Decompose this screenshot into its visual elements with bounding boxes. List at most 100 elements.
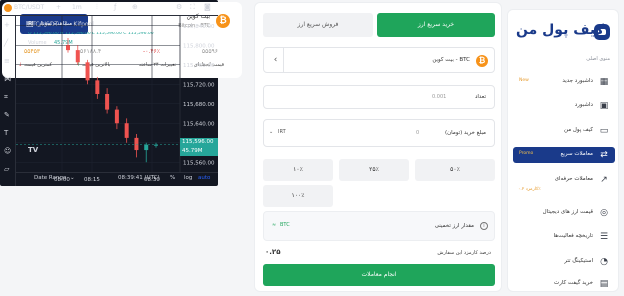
candle-body xyxy=(114,109,119,124)
fee-label: درصد کارمزد این سفارش xyxy=(437,250,491,256)
emoji-icon[interactable]: ☺ xyxy=(4,148,11,155)
amount-label: تعداد xyxy=(474,94,486,100)
fib-icon[interactable]: ≡ xyxy=(4,58,10,65)
estimate-label: مقدار ارز تخمینی xyxy=(434,223,474,229)
sidebar-item-crypto-prices[interactable]: ◎ قیمت ارز های دیجیتال xyxy=(513,205,615,221)
candle-body xyxy=(66,45,70,51)
pattern-icon[interactable]: ⋈ xyxy=(4,76,11,83)
sidebar-item-giftcard[interactable]: ▤ خرید گیفت کارت xyxy=(513,276,615,292)
ruler-icon[interactable]: ▱ xyxy=(4,166,9,173)
chevron-down-icon[interactable]: ⌄ xyxy=(70,175,75,182)
pct-100-button[interactable]: ۱۰۰٪ xyxy=(263,185,333,207)
sidebar-item-label: قیمت ارز های دیجیتال xyxy=(542,209,593,215)
swap-icon: ⇄ xyxy=(600,150,608,160)
auto-scale-button[interactable]: auto xyxy=(198,175,210,182)
approx-icon: ≈ xyxy=(272,222,277,228)
dashboard-icon: ▦ xyxy=(599,77,609,87)
chart-interval[interactable]: 1m xyxy=(72,5,82,11)
fee-badge: کارمزد ۰.۲٪ xyxy=(518,187,541,192)
price-chart[interactable]: BTC/USDT + 1m ⫶ ƒ ⊕ ⚙ ⛶ ◙ + ╱ ≡ ⋈ ⌗ ✎ T … xyxy=(0,0,218,186)
bitcoin-icon: ₿ xyxy=(476,55,488,67)
sidebar-item-label: معاملات سریع xyxy=(560,151,593,157)
toman-label: مبلغ خرید (تومان) xyxy=(444,130,486,136)
tradingview-logo: TV xyxy=(28,146,39,154)
logo-text: کیف پول من xyxy=(516,22,604,38)
coin-select[interactable]: ₿ بیت کوین - BTC ‹ xyxy=(263,47,495,73)
settings-icon[interactable]: ⚙ xyxy=(176,4,182,11)
camera-icon[interactable]: ◙ xyxy=(204,4,211,11)
tab-quick-buy[interactable]: خرید سریع ارز xyxy=(377,13,495,37)
giftcard-icon: ▤ xyxy=(599,279,609,289)
fullscreen-icon[interactable]: ⛶ xyxy=(190,4,195,11)
brush-icon[interactable]: ✎ xyxy=(4,112,10,119)
currency-select[interactable]: IRT xyxy=(278,130,286,135)
chevron-down-icon[interactable]: ⌄ xyxy=(269,130,273,135)
sidebar-item-pro-trade[interactable]: ↗ معاملات حرفه‌ای xyxy=(513,172,615,188)
candlestick-plot: 115,840.00 115,800.00 115,760.00 115,720.00… xyxy=(16,16,215,183)
wallet-icon: ▭ xyxy=(599,126,609,136)
chevron-left-icon[interactable]: ‹ xyxy=(268,48,284,72)
y-tick-label: 115,840.00 xyxy=(183,24,215,30)
y-tick-label: 115,760.00 xyxy=(183,63,215,69)
submit-trade-button[interactable]: انجام معاملات xyxy=(263,264,495,286)
pct-50-button[interactable]: ۵۰٪ xyxy=(415,159,495,181)
y-tick-label: 115,720.00 xyxy=(183,82,215,88)
sidebar-item-label: خرید گیفت کارت xyxy=(554,280,593,286)
trendline-icon[interactable]: ╱ xyxy=(4,40,8,47)
sidebar-item-new-dashboard[interactable]: ▦ داشبورد جدید New xyxy=(513,74,615,90)
history-icon: ☰ xyxy=(599,232,609,242)
candle-body xyxy=(75,50,80,63)
sidebar-item-quick-trade[interactable]: ⇄ معاملات سریع Promo xyxy=(513,147,615,163)
y-tick-label: 115,680.00 xyxy=(183,102,215,108)
y-tick-label: 115,560.00 xyxy=(183,160,215,166)
text-tool-icon[interactable]: T xyxy=(4,130,8,137)
drawing-toolbar: + ╱ ≡ ⋈ ⌗ ✎ T ☺ ▱ xyxy=(0,16,16,186)
toman-field[interactable]: مبلغ خرید (تومان) 0 IRT ⌄ xyxy=(263,119,495,147)
projection-icon[interactable]: ⌗ xyxy=(4,94,8,101)
current-volume-badge: 45.79M xyxy=(180,147,218,156)
candles-icon[interactable]: ⫶ xyxy=(96,4,98,11)
sidebar-item-staking[interactable]: ◔ استیکینگ تتر xyxy=(513,254,615,270)
candle-body xyxy=(134,137,139,151)
tab-quick-sell[interactable]: فروش سریع ارز xyxy=(263,13,373,37)
amount-field[interactable]: تعداد 0.001 xyxy=(263,85,495,109)
add-icon[interactable]: ⊕ xyxy=(132,4,138,11)
sidebar-item-history[interactable]: ☰ تاریخچه فعالیت‌ها xyxy=(513,229,615,245)
plus-icon[interactable]: + xyxy=(56,5,61,11)
amount-placeholder: 0.001 xyxy=(432,94,447,100)
sidebar-item-label: تاریخچه فعالیت‌ها xyxy=(553,233,593,239)
candle-body xyxy=(105,94,110,110)
coin-select-value: بیت کوین - BTC xyxy=(432,57,470,63)
sidebar-item-dashboard[interactable]: ▣ داشبورد xyxy=(513,98,615,114)
estimate-unit: BTC xyxy=(280,222,290,228)
pct-10-button[interactable]: ۱۰٪ xyxy=(263,159,333,181)
sidebar-item-label: داشبورد جدید xyxy=(562,78,593,84)
percent-scale-button[interactable]: % xyxy=(170,175,175,182)
indicators-icon[interactable]: ƒ xyxy=(114,4,116,11)
candle-body xyxy=(124,123,129,138)
chart-clock: 08:39:41 (UTC) xyxy=(118,175,160,181)
candle-body xyxy=(95,80,100,94)
sidebar-item-wallet[interactable]: ▭ کیف پول من xyxy=(513,123,615,139)
sidebar-item-label: معاملات حرفه‌ای xyxy=(554,176,593,182)
sidebar-item-label: داشبورد xyxy=(574,102,593,108)
sidebar-section-title: منوی اصلی xyxy=(586,56,610,62)
staking-icon: ◔ xyxy=(600,257,608,267)
quick-trade-panel: خرید سریع ارز فروش سریع ارز ₿ بیت کوین -… xyxy=(254,2,502,292)
current-price-badge: 115,596.00 xyxy=(180,138,218,147)
chart-symbol[interactable]: BTC/USDT xyxy=(14,5,44,11)
candle-body xyxy=(85,62,90,81)
info-icon: i xyxy=(480,222,488,230)
y-tick-label: 115,800.00 xyxy=(183,43,215,49)
log-scale-button[interactable]: log xyxy=(184,175,192,182)
estimate-box: i مقدار ارز تخمینی BTC ≈ xyxy=(263,211,495,241)
y-tick-label: 115,640.00 xyxy=(183,121,215,127)
bitcoin-icon xyxy=(4,4,12,12)
grid-icon: ▣ xyxy=(599,101,609,111)
sidebar-item-label: کیف پول من xyxy=(564,127,593,133)
price-icon: ◎ xyxy=(600,208,608,218)
promo-badge: Promo xyxy=(519,151,534,156)
crosshair-icon[interactable]: + xyxy=(4,22,10,29)
date-range-button[interactable]: Date Range xyxy=(34,175,66,182)
pct-25-button[interactable]: ۲۵٪ xyxy=(339,159,409,181)
